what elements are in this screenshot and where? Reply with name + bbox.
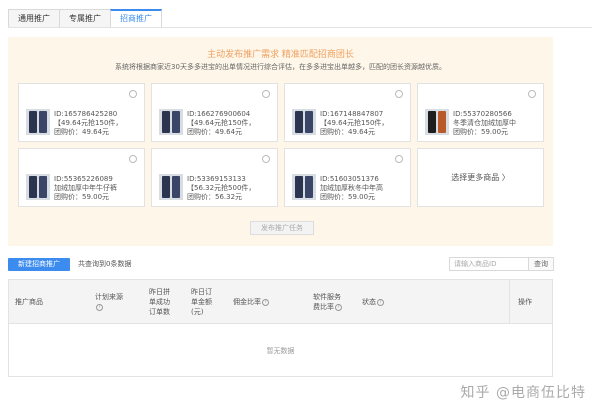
col-status: 状态?: [362, 280, 384, 324]
product-card[interactable]: ID:165786425280 【49.64元抢150件， 团购价：49.64元: [18, 83, 145, 142]
product-id: ID:53369153133: [187, 175, 246, 183]
product-image: [292, 109, 316, 135]
col-yesterday-amount: 昨日订 单金额 (元): [191, 288, 212, 316]
select-radio[interactable]: [129, 155, 137, 163]
product-price: 团购价：49.64元: [54, 128, 110, 136]
select-radio[interactable]: [528, 90, 536, 98]
col-commission-rate: 佣金比率?: [233, 280, 269, 324]
table-header: 推广商品 计划来源? 昨日拼 单成功 订单数 昨日订 单金额 (元) 佣金比率? 软件服…: [9, 280, 552, 324]
publish-task-button[interactable]: 发布推广任务: [250, 221, 314, 235]
promotion-banner: 主动发布推广需求 精准匹配招商团长 系统将根据商家近30天多多进宝的出单情况进行…: [8, 37, 553, 246]
col-product: 推广商品: [15, 298, 43, 306]
tab-divider: [8, 27, 592, 28]
product-id: ID:165786425280: [54, 110, 118, 118]
tab-exclusive-promotion[interactable]: 专属推广: [59, 9, 111, 28]
product-card[interactable]: ID:53369153133 【56.32元抢500件， 团购价：56.32元: [151, 148, 278, 207]
product-image: [159, 174, 183, 200]
product-id-search-input[interactable]: 请输入商品ID: [449, 257, 529, 271]
product-price: 团购价：49.64元: [320, 128, 376, 136]
product-name: 【49.64元抢150件，: [320, 119, 389, 127]
select-more-products-card[interactable]: 选择更多商品 〉: [417, 148, 544, 207]
product-card[interactable]: ID:167148847807 【49.64元抢150件， 团购价：49.64元: [284, 83, 411, 142]
product-id: ID:55370280566: [453, 110, 512, 118]
product-price: 团购价：49.64元: [187, 128, 243, 136]
product-image: [425, 109, 449, 135]
product-price: 团购价：59.00元: [54, 193, 110, 201]
product-name: 加绒加厚中年牛仔裤: [54, 184, 117, 192]
promotion-tabs: 通用推广 专属推广 招商推广: [8, 9, 162, 28]
tab-general-promotion[interactable]: 通用推广: [8, 9, 60, 28]
product-name: 加绒加厚秋冬中年高: [320, 184, 383, 192]
product-name: 【49.64元抢150件，: [54, 119, 123, 127]
col-action: 操作: [509, 280, 552, 324]
product-name: 【49.64元抢150件，: [187, 119, 256, 127]
promotion-table: 推广商品 计划来源? 昨日拼 单成功 订单数 昨日订 单金额 (元) 佣金比率? 软件服…: [8, 279, 553, 377]
select-radio[interactable]: [129, 90, 137, 98]
col-yesterday-orders: 昨日拼 单成功 订单数: [149, 288, 170, 316]
new-merchant-promotion-button[interactable]: 新建招商推广: [8, 258, 70, 271]
help-icon[interactable]: ?: [262, 298, 269, 306]
product-image: [159, 109, 183, 135]
product-id: ID:51603051376: [320, 175, 379, 183]
product-price: 团购价：59.00元: [320, 193, 376, 201]
product-name: 冬季清仓加绒加厚中: [453, 119, 516, 127]
product-name: 【56.32元抢500件，: [187, 184, 256, 192]
banner-subtitle: 系统将根据商家近30天多多进宝的出单情况进行综合评估，在多多进宝出单越多，匹配的…: [115, 63, 446, 71]
select-radio[interactable]: [262, 155, 270, 163]
product-price: 团购价：56.32元: [187, 193, 243, 201]
product-id: ID:166276900604: [187, 110, 251, 118]
product-id: ID:167148847807: [320, 110, 384, 118]
product-card[interactable]: ID:166276900604 【49.64元抢150件， 团购价：49.64元: [151, 83, 278, 142]
search-button[interactable]: 查询: [529, 257, 554, 271]
product-image: [26, 109, 50, 135]
product-image: [292, 174, 316, 200]
product-card[interactable]: ID:55365226089 加绒加厚中年牛仔裤 团购价：59.00元: [18, 148, 145, 207]
col-plan-source: 计划来源?: [95, 293, 123, 311]
product-image: [26, 174, 50, 200]
query-result-count: 共查询到0条数据: [78, 260, 132, 268]
product-card[interactable]: ID:55370280566 冬季清仓加绒加厚中 团购价：59.00元: [417, 83, 544, 142]
help-icon[interactable]: ?: [335, 303, 342, 311]
select-radio[interactable]: [395, 155, 403, 163]
help-icon[interactable]: ?: [377, 298, 384, 306]
col-service-fee-rate: 软件服务 费比率?: [313, 293, 342, 311]
watermark: 知乎 @电商伍比特: [460, 385, 586, 401]
select-radio[interactable]: [395, 90, 403, 98]
product-id: ID:55365226089: [54, 175, 113, 183]
empty-state-text: 暂无数据: [266, 347, 295, 355]
tab-merchant-promotion[interactable]: 招商推广: [110, 9, 162, 28]
select-radio[interactable]: [262, 90, 270, 98]
product-card[interactable]: ID:51603051376 加绒加厚秋冬中年高 团购价：59.00元: [284, 148, 411, 207]
banner-title: 主动发布推广需求 精准匹配招商团长: [207, 50, 354, 60]
help-icon[interactable]: ?: [96, 303, 103, 311]
product-price: 团购价：59.00元: [453, 128, 509, 136]
